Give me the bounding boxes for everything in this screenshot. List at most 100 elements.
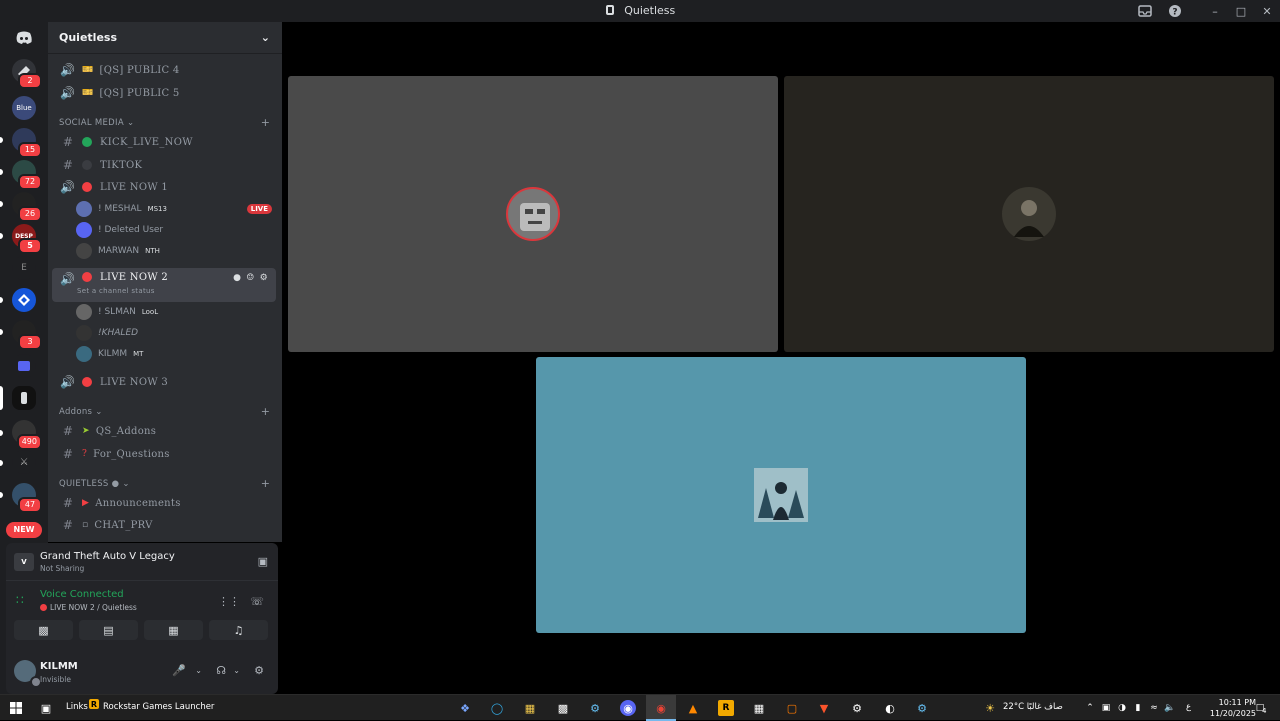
clock[interactable]: 10:11 PM 11/20/2025 bbox=[1210, 697, 1256, 719]
discord-icon[interactable]: ◉ bbox=[620, 700, 636, 716]
screen-share-button[interactable]: ▤ bbox=[79, 620, 138, 640]
avatar bbox=[754, 468, 808, 522]
voice-user[interactable]: ! MESHAL MS13 bbox=[76, 199, 167, 219]
server-icon[interactable]: 72 bbox=[12, 160, 42, 190]
category-quietless[interactable]: QUIETLESS ● ⌄ bbox=[59, 479, 130, 489]
text-channel-kick[interactable]: # KICK_LIVE_NOW bbox=[52, 131, 276, 153]
share-screen-icon[interactable]: ▣ bbox=[258, 555, 268, 568]
app-icon[interactable]: ▢ bbox=[784, 700, 800, 716]
server-icon[interactable]: 2 bbox=[12, 59, 42, 89]
soundboard-button[interactable]: ♫ bbox=[209, 620, 268, 640]
weather-icon[interactable]: ☀ bbox=[982, 700, 998, 716]
gauge-icon[interactable]: ◐ bbox=[882, 700, 898, 716]
weather-text[interactable]: 22°C صاف غالبًا bbox=[1003, 702, 1063, 712]
invite-icon[interactable]: ☺ bbox=[246, 273, 254, 283]
voice-user[interactable]: KILMM MT bbox=[76, 344, 143, 364]
text-channel-chat-prv[interactable]: # ▫ CHAT_PRV bbox=[52, 514, 276, 536]
channel-status[interactable]: Set a channel status bbox=[77, 287, 155, 295]
chevron-down-icon[interactable]: ⌄ bbox=[233, 666, 240, 675]
user-tag: MS13 bbox=[147, 205, 167, 213]
chevron-up-icon[interactable]: ⌃ bbox=[1082, 700, 1098, 716]
username[interactable]: KILMM bbox=[40, 661, 78, 672]
minimize-button[interactable]: – bbox=[1202, 0, 1228, 22]
server-icon[interactable]: 490 bbox=[12, 420, 42, 450]
text-channel-qs-addons[interactable]: # ➤ QS_Addons bbox=[52, 420, 276, 442]
soundwave-icon[interactable]: ⋮⋮ bbox=[218, 595, 240, 608]
voice-user[interactable]: ! SLMAN LooL bbox=[76, 302, 158, 322]
store-icon[interactable]: ▦ bbox=[751, 700, 767, 716]
vlc-icon[interactable]: ▲ bbox=[685, 700, 701, 716]
server-icon[interactable] bbox=[12, 288, 36, 312]
microphone-icon[interactable]: ▮ bbox=[1130, 700, 1146, 716]
task-view-icon[interactable]: ▣ bbox=[38, 700, 54, 716]
gear-icon[interactable]: ⚙ bbox=[260, 273, 268, 283]
tray-icon[interactable]: ◑ bbox=[1114, 700, 1130, 716]
guild-header[interactable]: Quietless ⌄ bbox=[48, 22, 282, 54]
new-unreads-pill[interactable]: NEW bbox=[6, 522, 42, 538]
unread-pill bbox=[0, 137, 3, 143]
server-icon[interactable]: 26 bbox=[12, 192, 42, 222]
activities-button[interactable]: ▦ bbox=[144, 620, 203, 640]
wifi-icon[interactable]: ≈ bbox=[1146, 700, 1162, 716]
chat-icon[interactable]: ● bbox=[233, 273, 241, 283]
category-addons[interactable]: Addons ⌄ bbox=[59, 407, 103, 417]
voice-connected-label[interactable]: Voice Connected bbox=[40, 589, 124, 600]
add-channel-icon[interactable]: + bbox=[261, 405, 270, 418]
server-icon-quietless[interactable] bbox=[12, 386, 36, 410]
server-icon[interactable]: 47 bbox=[12, 483, 42, 513]
signal-icon[interactable]: ∷ bbox=[16, 593, 24, 607]
tray-icon[interactable]: ▣ bbox=[1098, 700, 1114, 716]
server-icon[interactable]: DESP 5 bbox=[12, 224, 42, 254]
voice-channel-live3[interactable]: 🔊 LIVE NOW 3 bbox=[52, 371, 276, 393]
rockstar-icon[interactable]: R bbox=[718, 700, 734, 716]
chrome-icon[interactable]: ◉ bbox=[653, 700, 669, 716]
maximize-button[interactable]: □ bbox=[1228, 0, 1254, 22]
microphone-icon[interactable]: 🎤 bbox=[172, 664, 186, 677]
server-icon[interactable]: 15 bbox=[12, 128, 42, 158]
server-icon[interactable]: ⚔ bbox=[12, 450, 36, 474]
voice-location[interactable]: LIVE NOW 2 / Quietless bbox=[40, 603, 137, 612]
voice-user[interactable]: ! Deleted User bbox=[76, 220, 163, 240]
edge-icon[interactable]: ◯ bbox=[489, 700, 505, 716]
voice-channel-public4[interactable]: 🔊 🎫 [QS] PUBLIC 4 bbox=[52, 59, 276, 81]
voice-channel-public5[interactable]: 🔊 🎫 [QS] PUBLIC 5 bbox=[52, 82, 276, 104]
voice-user[interactable]: MARWAN NTH bbox=[76, 241, 160, 261]
folder-icon[interactable] bbox=[12, 354, 36, 378]
voice-channel-live2[interactable]: 🔊 LIVE NOW 2 Set a channel status ● ☺ ⚙ bbox=[52, 268, 276, 302]
steam-icon[interactable]: ⚙ bbox=[587, 700, 603, 716]
disconnect-icon[interactable]: ☏ bbox=[250, 595, 264, 608]
server-icon[interactable]: E bbox=[12, 256, 36, 280]
voice-channel-live1[interactable]: 🔊 LIVE NOW 1 bbox=[52, 176, 276, 198]
server-icon[interactable]: 3 bbox=[12, 320, 42, 350]
participant-tile[interactable] bbox=[784, 76, 1274, 352]
text-channel-announcements[interactable]: # ▶ Announcements bbox=[52, 492, 276, 514]
server-icon[interactable]: Blue bbox=[12, 96, 36, 120]
camera-off-button[interactable]: ▩ bbox=[14, 620, 73, 640]
brave-icon[interactable]: ▼ bbox=[816, 700, 832, 716]
steam-icon[interactable]: ⚙ bbox=[914, 700, 930, 716]
help-icon[interactable]: ? bbox=[1164, 0, 1186, 22]
windows-start-icon[interactable] bbox=[8, 700, 24, 716]
voice-user[interactable]: !KHALED bbox=[76, 323, 138, 343]
category-social-media[interactable]: SOCIAL MEDIA ⌄ bbox=[59, 118, 134, 128]
volume-icon[interactable]: 🔈 bbox=[1162, 700, 1178, 716]
inbox-icon[interactable] bbox=[1134, 0, 1156, 22]
gear-icon[interactable]: ⚙ bbox=[254, 664, 264, 677]
text-channel-for-questions[interactable]: # ? For_Questions bbox=[52, 443, 276, 465]
copilot-icon[interactable]: ❖ bbox=[457, 700, 473, 716]
links-toolbar[interactable]: Links bbox=[66, 702, 88, 712]
text-channel-tiktok[interactable]: # TIKTOK bbox=[52, 154, 276, 176]
direct-messages-icon[interactable] bbox=[12, 26, 36, 50]
close-button[interactable]: ✕ bbox=[1254, 0, 1280, 22]
file-explorer-icon[interactable]: ▦ bbox=[522, 700, 538, 716]
participant-tile[interactable] bbox=[288, 76, 778, 352]
chevron-down-icon[interactable]: ⌄ bbox=[195, 666, 202, 675]
input-language[interactable]: ع bbox=[1186, 702, 1191, 712]
add-channel-icon[interactable]: + bbox=[261, 477, 270, 490]
participant-tile-self[interactable] bbox=[536, 357, 1026, 633]
clapperboard-icon[interactable]: ▩ bbox=[555, 700, 571, 716]
steelseries-icon[interactable]: ⚙ bbox=[849, 700, 865, 716]
headphones-icon[interactable]: ☊ bbox=[216, 664, 226, 677]
rockstar-launcher-task[interactable]: Rockstar Games Launcher bbox=[103, 702, 214, 712]
add-channel-icon[interactable]: + bbox=[261, 116, 270, 129]
